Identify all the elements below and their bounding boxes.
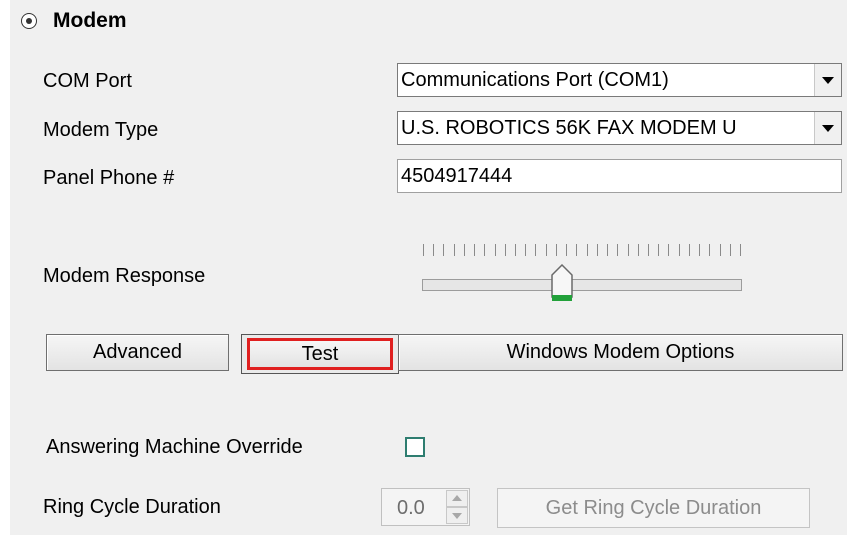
slider-tick xyxy=(638,244,639,256)
slider-tick xyxy=(464,244,465,256)
get-ring-cycle-duration-button[interactable]: Get Ring Cycle Duration xyxy=(497,488,810,528)
slider-ticks xyxy=(423,244,741,258)
slider-tick xyxy=(709,244,710,256)
slider-tick xyxy=(576,244,577,256)
modem-settings-panel: Modem COM Port Communications Port (COM1… xyxy=(10,0,847,535)
spinner-up-arrow-icon[interactable] xyxy=(446,490,468,507)
answering-machine-override-label: Answering Machine Override xyxy=(46,436,303,458)
slider-tick xyxy=(720,244,721,256)
ring-cycle-duration-spinner[interactable]: 0.0 xyxy=(381,488,470,526)
panel-phone-label: Panel Phone # xyxy=(43,167,175,189)
ring-cycle-duration-value: 0.0 xyxy=(397,497,425,519)
com-port-dropdown-arrow-icon[interactable] xyxy=(814,64,841,96)
slider-tick xyxy=(648,244,649,256)
panel-phone-value: 4504917444 xyxy=(401,165,513,187)
slider-tick xyxy=(617,244,618,256)
windows-modem-options-button[interactable]: Windows Modem Options xyxy=(398,334,843,371)
slider-tick xyxy=(484,244,485,256)
modem-type-value: U.S. ROBOTICS 56K FAX MODEM U xyxy=(401,117,737,139)
slider-tick xyxy=(556,244,557,256)
slider-tick xyxy=(433,244,434,256)
slider-tick xyxy=(658,244,659,256)
slider-tick xyxy=(597,244,598,256)
slider-tick xyxy=(587,244,588,256)
radio-selected-dot xyxy=(26,18,32,24)
modem-type-dropdown-arrow-icon[interactable] xyxy=(814,112,841,144)
com-port-label: COM Port xyxy=(43,70,132,92)
slider-tick xyxy=(423,244,424,256)
slider-tick xyxy=(525,244,526,256)
slider-tick xyxy=(730,244,731,256)
panel-phone-input[interactable]: 4504917444 xyxy=(397,159,842,193)
slider-tick xyxy=(546,244,547,256)
slider-tick xyxy=(679,244,680,256)
com-port-value: Communications Port (COM1) xyxy=(401,69,669,91)
slider-tick xyxy=(454,244,455,256)
slider-tick xyxy=(699,244,700,256)
section-title: Modem xyxy=(53,9,127,32)
slider-tick xyxy=(628,244,629,256)
slider-tick xyxy=(689,244,690,256)
advanced-button[interactable]: Advanced xyxy=(46,334,229,371)
slider-tick xyxy=(474,244,475,256)
slider-tick xyxy=(505,244,506,256)
test-button[interactable]: Test xyxy=(247,338,393,370)
com-port-select[interactable]: Communications Port (COM1) xyxy=(397,63,842,97)
slider-tick xyxy=(495,244,496,256)
ring-cycle-duration-label: Ring Cycle Duration xyxy=(43,496,221,518)
slider-tick xyxy=(740,244,741,256)
modem-radio-button[interactable] xyxy=(21,13,37,29)
modem-response-label: Modem Response xyxy=(43,265,206,287)
slider-thumb-icon[interactable] xyxy=(551,264,573,304)
spinner-down-arrow-icon[interactable] xyxy=(446,507,468,524)
modem-type-label: Modem Type xyxy=(43,119,159,141)
slider-tick xyxy=(668,244,669,256)
modem-response-slider-track[interactable] xyxy=(422,279,742,291)
slider-tick xyxy=(607,244,608,256)
slider-tick xyxy=(443,244,444,256)
slider-tick xyxy=(566,244,567,256)
slider-tick xyxy=(535,244,536,256)
modem-type-select[interactable]: U.S. ROBOTICS 56K FAX MODEM U xyxy=(397,111,842,145)
answering-machine-override-checkbox[interactable] xyxy=(405,437,425,457)
slider-tick xyxy=(515,244,516,256)
